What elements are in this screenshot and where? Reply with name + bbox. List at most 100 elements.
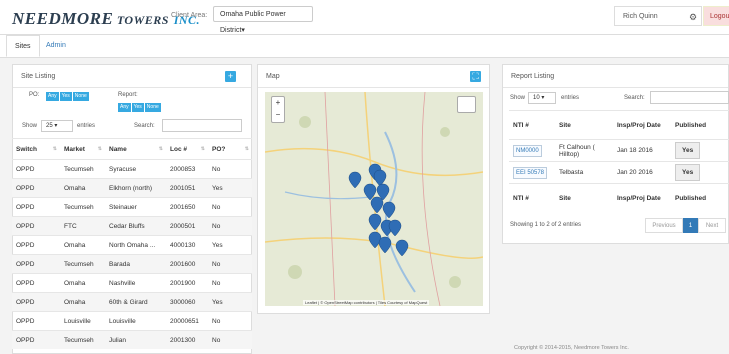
table-cell: Elkhorn (north) <box>105 178 166 198</box>
table-cell: Omaha <box>60 178 105 198</box>
po-filter-label: PO: <box>29 92 40 98</box>
map-markers <box>348 163 409 257</box>
column-footer-site: Site <box>555 183 613 212</box>
sort-icon: ⇅ <box>244 145 249 152</box>
table-cell: No <box>208 311 252 331</box>
table-cell: OPPD <box>12 216 60 236</box>
table-cell: Yes <box>671 139 729 162</box>
table-cell: OPPD <box>12 235 60 255</box>
table-cell: Tecumseh <box>60 197 105 217</box>
previous-page-button[interactable]: Previous <box>645 218 683 233</box>
table-cell: Yes <box>208 292 252 312</box>
po-any-button[interactable]: Any <box>46 92 59 101</box>
table-row[interactable]: OPPD Louisville Louisville 20000651 No <box>12 311 252 331</box>
po-yes-button[interactable]: Yes <box>59 92 72 101</box>
table-cell: OPPD <box>12 292 60 312</box>
table-cell: Julian <box>105 330 166 349</box>
column-header-date[interactable]: Insp/Proj Date <box>613 110 671 140</box>
table-cell: Cedar Bluffs <box>105 216 166 236</box>
column-header-name[interactable]: Name ⇅ <box>105 138 166 160</box>
po-none-button[interactable]: None <box>72 92 89 101</box>
page-size-value: 10 <box>533 95 540 101</box>
table-row[interactable]: OPPD Tecumseh Julian 2001300 No <box>12 330 252 349</box>
nti-link[interactable]: EEI 50578 <box>513 166 548 179</box>
report-filter-label: Report: <box>118 92 138 98</box>
report-filter-group: Any Yes None <box>118 103 162 112</box>
table-row[interactable]: OPPD Tecumseh Steinauer 2001650 No <box>12 197 252 217</box>
logout-button[interactable]: Logou <box>703 6 729 26</box>
table-row[interactable]: OPPD Omaha North Omaha ... 4000130 Yes <box>12 235 252 255</box>
table-cell: Tecumseh <box>60 254 105 274</box>
column-header-market[interactable]: Market ⇅ <box>60 138 105 160</box>
report-any-button[interactable]: Any <box>118 103 131 112</box>
table-cell: 2001051 <box>166 178 208 198</box>
search-label: Search: <box>134 123 155 129</box>
page-size-select[interactable]: 25 ▾ <box>41 120 73 132</box>
layers-icon[interactable] <box>457 96 476 113</box>
table-row[interactable]: OPPD Omaha 60th & Girard 3000060 Yes <box>12 292 252 312</box>
client-area-label: Client Area: <box>171 12 208 19</box>
table-cell: Jan 18 2016 <box>613 139 671 162</box>
table-row[interactable]: OPPD Omaha Elkhorn (north) 2001051 Yes <box>12 178 252 198</box>
caret-down-icon: ▾ <box>241 27 245 34</box>
tab-sites[interactable]: Sites <box>6 35 40 57</box>
user-menu-button[interactable]: Rich Quinn ⚙ <box>614 6 702 26</box>
tab-admin[interactable]: Admin <box>38 35 74 57</box>
column-header-loc[interactable]: Loc # ⇅ <box>166 138 208 160</box>
table-cell: OPPD <box>12 178 60 198</box>
map-zoom-control: + − <box>271 96 285 123</box>
table-summary: Showing 1 to 2 of 2 entries <box>510 222 582 228</box>
table-cell: 2000501 <box>166 216 208 236</box>
table-cell: Tecumseh <box>60 159 105 179</box>
panel-title: Report Listing <box>511 73 555 80</box>
entries-label: entries <box>561 95 580 101</box>
entries-label: entries <box>77 123 96 129</box>
table-row[interactable]: OPPD Tecumseh Syracuse 2000853 No <box>12 159 252 179</box>
zoom-in-button[interactable]: + <box>272 97 284 109</box>
table-cell: Syracuse <box>105 159 166 179</box>
add-site-button[interactable]: + <box>225 71 236 82</box>
page-size-select[interactable]: 10 ▾ <box>528 92 556 104</box>
table-cell: 3000060 <box>166 292 208 312</box>
table-cell: Barada <box>105 254 166 274</box>
column-header-site[interactable]: Site <box>555 110 613 140</box>
published-button[interactable]: Yes <box>675 142 701 159</box>
table-row[interactable]: EEI 50578 Telbasta Jan 20 2016 Yes <box>509 161 729 184</box>
table-cell: 2001900 <box>166 273 208 293</box>
page-size-value: 25 <box>46 123 53 129</box>
table-cell: North Omaha ... <box>105 235 166 255</box>
page-1-button[interactable]: 1 <box>683 218 698 233</box>
table-cell: No <box>208 254 252 274</box>
report-yes-button[interactable]: Yes <box>131 103 144 112</box>
panel-title: Map <box>266 73 280 80</box>
table-row[interactable]: OPPD Omaha Nashville 2001900 No <box>12 273 252 293</box>
column-footer-published: Published <box>671 183 729 212</box>
next-page-button[interactable]: Next <box>698 218 726 233</box>
sort-icon: ⇅ <box>97 145 102 152</box>
column-header-published[interactable]: Published <box>671 110 729 140</box>
table-header-row: NTI # Site Insp/Proj Date Published <box>509 110 729 140</box>
zoom-out-button[interactable]: − <box>272 109 284 121</box>
show-label: Show <box>22 123 38 129</box>
table-row[interactable]: OPPD Tecumseh Barada 2001600 No <box>12 254 252 274</box>
published-button[interactable]: Yes <box>675 164 701 181</box>
table-header-row: Switch ⇅ Market ⇅ Name ⇅ Loc # ⇅ PO? ⇅ <box>12 138 252 160</box>
table-row[interactable]: NM0000 Ft Calhoun ( Hilltop) Jan 18 2016… <box>509 139 729 162</box>
site-search-input[interactable] <box>162 119 242 132</box>
client-area-select[interactable]: Omaha Public Power District▾ <box>213 6 313 34</box>
sort-icon: ⇅ <box>158 145 163 152</box>
nti-link[interactable]: NM0000 <box>513 144 542 157</box>
client-area-value: Omaha Public Power District <box>220 11 286 34</box>
report-none-button[interactable]: None <box>144 103 161 112</box>
column-header-nti[interactable]: NTI # <box>509 110 555 140</box>
column-header-switch[interactable]: Switch ⇅ <box>12 138 60 160</box>
top-bar: NEEDMORE TOWERS INC. Client Area: Omaha … <box>0 0 729 35</box>
table-row[interactable]: OPPD FTC Cedar Bluffs 2000501 No <box>12 216 252 236</box>
table-cell: Telbasta <box>555 161 613 184</box>
column-header-po[interactable]: PO? ⇅ <box>208 138 252 160</box>
column-footer-nti: NTI # <box>509 183 555 212</box>
map-view[interactable] <box>265 92 483 306</box>
report-search-input[interactable] <box>650 91 729 104</box>
panel-title: Site Listing <box>21 73 56 80</box>
expand-icon[interactable]: ⛶ <box>470 71 481 82</box>
